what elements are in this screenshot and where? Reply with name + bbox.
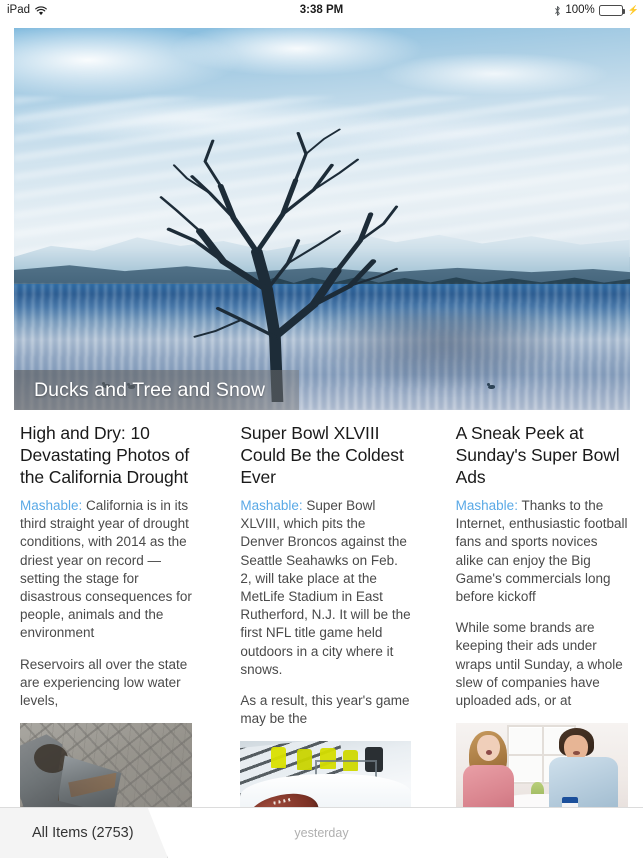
article-paragraph: Mashable: Super Bowl XLVIII, which pits … — [240, 497, 410, 679]
article-paragraph: Reservoirs all over the state are experi… — [20, 656, 192, 711]
article-card-1[interactable]: High and Dry: 10 Devastating Photos of t… — [0, 422, 214, 807]
woman-pink-top — [463, 765, 515, 807]
bluetooth-icon — [554, 5, 561, 17]
article-paragraph-text: Super Bowl XLVIII, which pits the Denver… — [240, 498, 410, 677]
article-thumbnail[interactable] — [20, 723, 192, 807]
charging-bolt-icon: ⚡ — [628, 5, 639, 16]
article-source-label[interactable]: Mashable: — [240, 498, 302, 513]
man-mouth — [573, 751, 580, 755]
woman-mouth — [486, 750, 492, 755]
tab-all-items-label: All Items (2753) — [0, 825, 134, 841]
battery-percent-label: 100% — [565, 4, 594, 16]
hero-caption-overlay: Ducks and Tree and Snow — [14, 370, 299, 410]
article-paragraph: As a result, this year's game may be the — [240, 692, 410, 728]
yogurt-cup-lid — [562, 797, 578, 803]
article-paragraph-text: Thanks to the Internet, enthusiastic foo… — [456, 498, 628, 604]
article-source-label[interactable]: Mashable: — [456, 498, 518, 513]
article-headline[interactable]: A Sneak Peek at Sunday's Super Bowl Ads — [456, 422, 628, 488]
article-paragraph: While some brands are keeping their ads … — [456, 619, 628, 710]
status-bar-right: 100% ⚡ — [554, 4, 638, 16]
article-headline[interactable]: Super Bowl XLVIII Could Be the Coldest E… — [240, 422, 410, 488]
article-thumbnail[interactable]: XLVIII — [240, 741, 410, 807]
woman-face — [477, 735, 499, 762]
hero-caption-text: Ducks and Tree and Snow — [14, 379, 265, 402]
tab-all-items[interactable]: All Items (2753) — [0, 808, 168, 858]
hero-article-image[interactable]: Ducks and Tree and Snow — [14, 28, 630, 410]
bottom-toolbar: yesterday All Items (2753) — [0, 807, 643, 857]
status-bar: iPad 3:38 PM 100% ⚡ — [0, 0, 643, 20]
article-headline[interactable]: High and Dry: 10 Devastating Photos of t… — [20, 422, 192, 488]
worker-figure — [297, 749, 312, 770]
man-blue-shirt — [549, 757, 618, 807]
article-paragraph-text: California is in its third straight year… — [20, 498, 192, 640]
article-paragraph: Mashable: Thanks to the Internet, enthus… — [456, 497, 628, 606]
hero-photo — [14, 28, 630, 410]
article-card-3[interactable]: A Sneak Peek at Sunday's Super Bowl Ads … — [429, 422, 643, 807]
article-thumbnail[interactable] — [456, 723, 628, 807]
article-card-2[interactable]: Super Bowl XLVIII Could Be the Coldest E… — [214, 422, 428, 807]
status-bar-clock: 3:38 PM — [0, 4, 643, 16]
article-paragraph: Mashable: California is in its third str… — [20, 497, 192, 643]
article-columns: High and Dry: 10 Devastating Photos of t… — [0, 422, 643, 807]
battery-icon — [599, 5, 623, 16]
worker-figure — [271, 747, 286, 768]
tree-silhouette — [143, 120, 402, 403]
article-source-label[interactable]: Mashable: — [20, 498, 82, 513]
football-laces — [273, 798, 290, 805]
